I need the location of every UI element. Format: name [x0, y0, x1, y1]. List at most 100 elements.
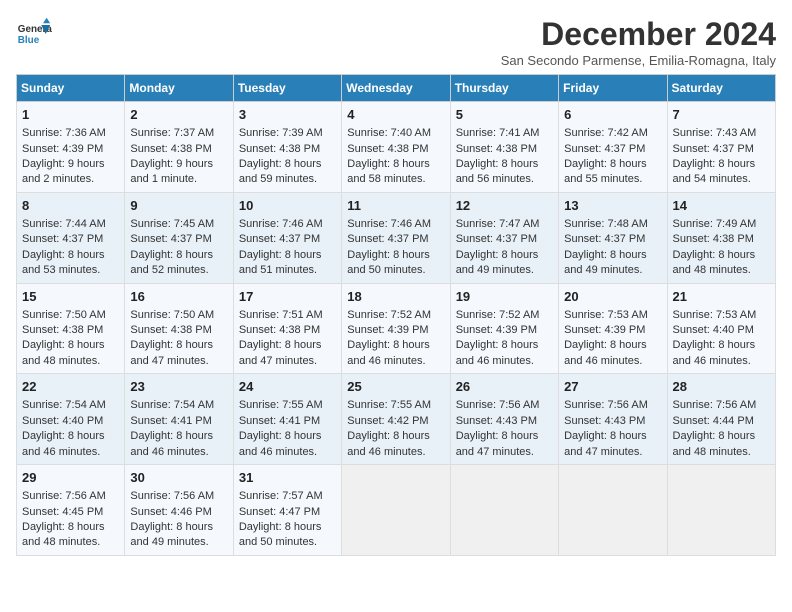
- day-number: 18: [347, 288, 444, 306]
- table-row: 13 Sunrise: 7:48 AM Sunset: 4:37 PM Dayl…: [559, 192, 667, 283]
- sunset-label: Sunset: 4:37 PM: [130, 233, 211, 245]
- daylight-label: Daylight: 8 hours and 46 minutes.: [347, 430, 430, 457]
- table-row: 31 Sunrise: 7:57 AM Sunset: 4:47 PM Dayl…: [233, 465, 341, 556]
- sunrise-label: Sunrise: 7:47 AM: [456, 218, 540, 230]
- table-row: 22 Sunrise: 7:54 AM Sunset: 4:40 PM Dayl…: [17, 374, 125, 465]
- sunset-label: Sunset: 4:37 PM: [564, 143, 645, 155]
- day-number: 24: [239, 378, 336, 396]
- day-number: 11: [347, 197, 444, 215]
- calendar-week-row: 8 Sunrise: 7:44 AM Sunset: 4:37 PM Dayli…: [17, 192, 776, 283]
- table-row: [450, 465, 558, 556]
- sunset-label: Sunset: 4:45 PM: [22, 506, 103, 518]
- sunrise-label: Sunrise: 7:44 AM: [22, 218, 106, 230]
- daylight-label: Daylight: 8 hours and 50 minutes.: [347, 249, 430, 276]
- day-number: 17: [239, 288, 336, 306]
- daylight-label: Daylight: 8 hours and 46 minutes.: [22, 430, 105, 457]
- daylight-label: Daylight: 8 hours and 49 minutes.: [130, 521, 213, 548]
- sunrise-label: Sunrise: 7:48 AM: [564, 218, 648, 230]
- day-number: 15: [22, 288, 119, 306]
- day-number: 28: [673, 378, 770, 396]
- table-row: 11 Sunrise: 7:46 AM Sunset: 4:37 PM Dayl…: [342, 192, 450, 283]
- logo-icon: General Blue: [16, 16, 52, 52]
- sunrise-label: Sunrise: 7:52 AM: [347, 309, 431, 321]
- sunrise-label: Sunrise: 7:36 AM: [22, 127, 106, 139]
- sunset-label: Sunset: 4:38 PM: [456, 143, 537, 155]
- sunset-label: Sunset: 4:39 PM: [456, 324, 537, 336]
- table-row: 28 Sunrise: 7:56 AM Sunset: 4:44 PM Dayl…: [667, 374, 775, 465]
- table-row: 16 Sunrise: 7:50 AM Sunset: 4:38 PM Dayl…: [125, 283, 233, 374]
- day-number: 19: [456, 288, 553, 306]
- sunset-label: Sunset: 4:38 PM: [239, 324, 320, 336]
- sunset-label: Sunset: 4:40 PM: [673, 324, 754, 336]
- calendar-header-row: Sunday Monday Tuesday Wednesday Thursday…: [17, 75, 776, 102]
- sunrise-label: Sunrise: 7:46 AM: [239, 218, 323, 230]
- day-number: 12: [456, 197, 553, 215]
- table-row: 15 Sunrise: 7:50 AM Sunset: 4:38 PM Dayl…: [17, 283, 125, 374]
- sunrise-label: Sunrise: 7:40 AM: [347, 127, 431, 139]
- daylight-label: Daylight: 8 hours and 46 minutes.: [347, 339, 430, 366]
- calendar-week-row: 15 Sunrise: 7:50 AM Sunset: 4:38 PM Dayl…: [17, 283, 776, 374]
- sunset-label: Sunset: 4:38 PM: [130, 143, 211, 155]
- day-number: 31: [239, 469, 336, 487]
- sunset-label: Sunset: 4:37 PM: [347, 233, 428, 245]
- sunrise-label: Sunrise: 7:50 AM: [130, 309, 214, 321]
- sunrise-label: Sunrise: 7:41 AM: [456, 127, 540, 139]
- daylight-label: Daylight: 8 hours and 46 minutes.: [564, 339, 647, 366]
- daylight-label: Daylight: 8 hours and 54 minutes.: [673, 158, 756, 185]
- day-number: 9: [130, 197, 227, 215]
- calendar-week-row: 29 Sunrise: 7:56 AM Sunset: 4:45 PM Dayl…: [17, 465, 776, 556]
- daylight-label: Daylight: 9 hours and 2 minutes.: [22, 158, 105, 185]
- table-row: 18 Sunrise: 7:52 AM Sunset: 4:39 PM Dayl…: [342, 283, 450, 374]
- daylight-label: Daylight: 8 hours and 47 minutes.: [564, 430, 647, 457]
- daylight-label: Daylight: 8 hours and 55 minutes.: [564, 158, 647, 185]
- sunrise-label: Sunrise: 7:49 AM: [673, 218, 757, 230]
- daylight-label: Daylight: 8 hours and 46 minutes.: [673, 339, 756, 366]
- col-thursday: Thursday: [450, 75, 558, 102]
- col-wednesday: Wednesday: [342, 75, 450, 102]
- sunset-label: Sunset: 4:38 PM: [347, 143, 428, 155]
- col-friday: Friday: [559, 75, 667, 102]
- sunrise-label: Sunrise: 7:51 AM: [239, 309, 323, 321]
- daylight-label: Daylight: 8 hours and 47 minutes.: [130, 339, 213, 366]
- sunset-label: Sunset: 4:41 PM: [239, 415, 320, 427]
- daylight-label: Daylight: 8 hours and 53 minutes.: [22, 249, 105, 276]
- table-row: [559, 465, 667, 556]
- sunrise-label: Sunrise: 7:43 AM: [673, 127, 757, 139]
- table-row: 17 Sunrise: 7:51 AM Sunset: 4:38 PM Dayl…: [233, 283, 341, 374]
- day-number: 23: [130, 378, 227, 396]
- sunrise-label: Sunrise: 7:56 AM: [22, 490, 106, 502]
- sunset-label: Sunset: 4:43 PM: [456, 415, 537, 427]
- calendar-table: Sunday Monday Tuesday Wednesday Thursday…: [16, 74, 776, 556]
- table-row: 10 Sunrise: 7:46 AM Sunset: 4:37 PM Dayl…: [233, 192, 341, 283]
- sunrise-label: Sunrise: 7:55 AM: [347, 399, 431, 411]
- table-row: 3 Sunrise: 7:39 AM Sunset: 4:38 PM Dayli…: [233, 102, 341, 193]
- daylight-label: Daylight: 8 hours and 48 minutes.: [673, 430, 756, 457]
- day-number: 29: [22, 469, 119, 487]
- sunset-label: Sunset: 4:38 PM: [673, 233, 754, 245]
- daylight-label: Daylight: 9 hours and 1 minute.: [130, 158, 213, 185]
- daylight-label: Daylight: 8 hours and 49 minutes.: [564, 249, 647, 276]
- sunset-label: Sunset: 4:37 PM: [673, 143, 754, 155]
- daylight-label: Daylight: 8 hours and 48 minutes.: [673, 249, 756, 276]
- day-number: 21: [673, 288, 770, 306]
- table-row: 26 Sunrise: 7:56 AM Sunset: 4:43 PM Dayl…: [450, 374, 558, 465]
- day-number: 14: [673, 197, 770, 215]
- sunrise-label: Sunrise: 7:37 AM: [130, 127, 214, 139]
- sunset-label: Sunset: 4:42 PM: [347, 415, 428, 427]
- month-title: December 2024: [501, 16, 776, 53]
- calendar-week-row: 22 Sunrise: 7:54 AM Sunset: 4:40 PM Dayl…: [17, 374, 776, 465]
- table-row: 21 Sunrise: 7:53 AM Sunset: 4:40 PM Dayl…: [667, 283, 775, 374]
- table-row: 20 Sunrise: 7:53 AM Sunset: 4:39 PM Dayl…: [559, 283, 667, 374]
- sunrise-label: Sunrise: 7:50 AM: [22, 309, 106, 321]
- daylight-label: Daylight: 8 hours and 48 minutes.: [22, 521, 105, 548]
- sunset-label: Sunset: 4:39 PM: [347, 324, 428, 336]
- day-number: 25: [347, 378, 444, 396]
- sunrise-label: Sunrise: 7:53 AM: [564, 309, 648, 321]
- sunset-label: Sunset: 4:39 PM: [564, 324, 645, 336]
- table-row: 2 Sunrise: 7:37 AM Sunset: 4:38 PM Dayli…: [125, 102, 233, 193]
- sunset-label: Sunset: 4:38 PM: [22, 324, 103, 336]
- daylight-label: Daylight: 8 hours and 46 minutes.: [130, 430, 213, 457]
- daylight-label: Daylight: 8 hours and 49 minutes.: [456, 249, 539, 276]
- daylight-label: Daylight: 8 hours and 56 minutes.: [456, 158, 539, 185]
- day-number: 26: [456, 378, 553, 396]
